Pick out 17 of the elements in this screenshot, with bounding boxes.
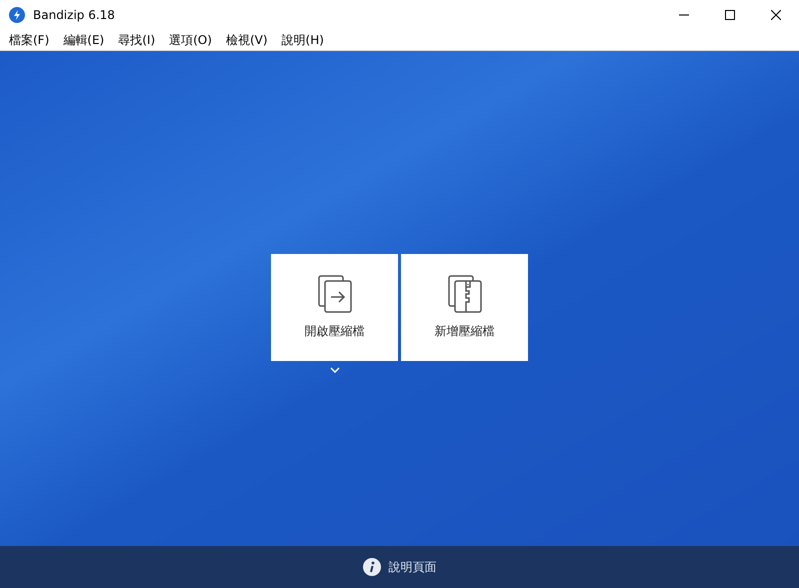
document-arrow-icon	[318, 275, 352, 313]
menu-item[interactable]: 檔案(F)	[2, 32, 56, 48]
zipped-file-icon	[448, 275, 482, 313]
help-page-link[interactable]: 說明頁面	[358, 556, 440, 578]
new-archive-button[interactable]: 新增壓縮檔	[401, 254, 528, 361]
menu-item[interactable]: 尋找(I)	[111, 32, 162, 48]
window-title: Bandizip 6.18	[33, 8, 115, 22]
maximize-icon	[725, 10, 735, 20]
close-icon	[771, 10, 781, 20]
app-logo-icon	[9, 7, 25, 23]
chevron-down-icon[interactable]	[330, 367, 340, 373]
menu-item[interactable]: 編輯(E)	[56, 32, 112, 48]
menu-item[interactable]: 說明(H)	[274, 32, 331, 48]
menu-item[interactable]: 檢視(V)	[218, 32, 275, 48]
open-archive-button[interactable]: 開啟壓縮檔	[271, 254, 398, 361]
menu-item[interactable]: 選項(O)	[162, 32, 219, 48]
info-icon	[362, 558, 380, 576]
